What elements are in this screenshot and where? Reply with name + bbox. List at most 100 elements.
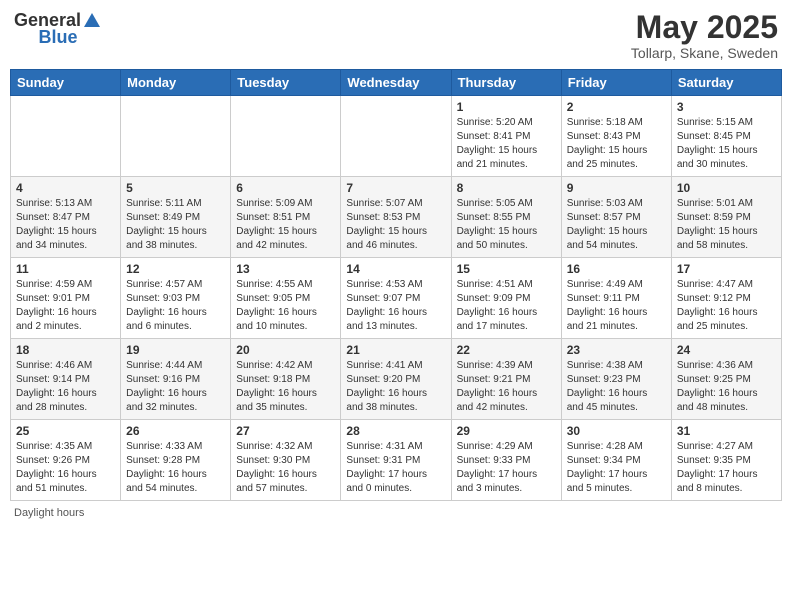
- logo-icon: [82, 11, 102, 31]
- day-info: Sunrise: 4:57 AM Sunset: 9:03 PM Dayligh…: [126, 278, 225, 334]
- day-number: 11: [16, 262, 115, 276]
- location-subtitle: Tollarp, Skane, Sweden: [631, 45, 778, 61]
- table-row: 9Sunrise: 5:03 AM Sunset: 8:57 PM Daylig…: [561, 177, 671, 258]
- day-number: 20: [236, 343, 335, 357]
- day-info: Sunrise: 5:18 AM Sunset: 8:43 PM Dayligh…: [567, 116, 666, 172]
- day-number: 21: [346, 343, 445, 357]
- day-number: 31: [677, 424, 776, 438]
- table-row: 1Sunrise: 5:20 AM Sunset: 8:41 PM Daylig…: [451, 96, 561, 177]
- table-row: 31Sunrise: 4:27 AM Sunset: 9:35 PM Dayli…: [671, 420, 781, 501]
- day-number: 7: [346, 181, 445, 195]
- day-info: Sunrise: 4:35 AM Sunset: 9:26 PM Dayligh…: [16, 440, 115, 496]
- table-row: 27Sunrise: 4:32 AM Sunset: 9:30 PM Dayli…: [231, 420, 341, 501]
- table-row: 14 Sunrise: 4:53 AM Sunset: 9:07 PM Dayli…: [341, 258, 451, 339]
- table-row: 26 Sunrise: 4:33 AM Sunset: 9:28 PM Dayli…: [121, 420, 231, 501]
- day-number: 18: [16, 343, 115, 357]
- day-number: 9: [567, 181, 666, 195]
- table-row: 20 Sunrise: 4:42 AM Sunset: 9:18 PM Dayli…: [231, 339, 341, 420]
- header-saturday: Saturday: [671, 70, 781, 96]
- day-info: Sunrise: 4:36 AM Sunset: 9:25 PM Dayligh…: [677, 359, 776, 415]
- table-row: 22 Sunrise: 4:39 AM Sunset: 9:21 PM Dayli…: [451, 339, 561, 420]
- header-friday: Friday: [561, 70, 671, 96]
- table-row: 17Sunrise: 4:47 AM Sunset: 9:12 PM Dayli…: [671, 258, 781, 339]
- calendar-week-2: 4Sunrise: 5:13 AM Sunset: 8:47 PM Daylig…: [11, 177, 782, 258]
- table-row: 10Sunrise: 5:01 AM Sunset: 8:59 PM Dayli…: [671, 177, 781, 258]
- calendar-table: Sunday Monday Tuesday Wednesday Thursday…: [10, 69, 782, 501]
- day-number: 13: [236, 262, 335, 276]
- table-row: [341, 96, 451, 177]
- logo-blue-text: Blue: [39, 27, 78, 48]
- day-info: Sunrise: 4:39 AM Sunset: 9:21 PM Dayligh…: [457, 359, 556, 415]
- calendar-week-1: 1Sunrise: 5:20 AM Sunset: 8:41 PM Daylig…: [11, 96, 782, 177]
- day-info: Sunrise: 5:05 AM Sunset: 8:55 PM Dayligh…: [457, 197, 556, 253]
- page-header: General Blue May 2025 Tollarp, Skane, Sw…: [10, 10, 782, 61]
- day-info: Sunrise: 4:31 AM Sunset: 9:31 PM Dayligh…: [346, 440, 445, 496]
- day-number: 26: [126, 424, 225, 438]
- day-number: 24: [677, 343, 776, 357]
- day-number: 25: [16, 424, 115, 438]
- day-number: 29: [457, 424, 556, 438]
- month-title: May 2025: [631, 10, 778, 45]
- table-row: 5Sunrise: 5:11 AM Sunset: 8:49 PM Daylig…: [121, 177, 231, 258]
- day-info: Sunrise: 4:42 AM Sunset: 9:18 PM Dayligh…: [236, 359, 335, 415]
- table-row: 15Sunrise: 4:51 AM Sunset: 9:09 PM Dayli…: [451, 258, 561, 339]
- table-row: [121, 96, 231, 177]
- day-number: 2: [567, 100, 666, 114]
- day-info: Sunrise: 5:15 AM Sunset: 8:45 PM Dayligh…: [677, 116, 776, 172]
- header-sunday: Sunday: [11, 70, 121, 96]
- table-row: 3 Sunrise: 5:15 AM Sunset: 8:45 PM Daylig…: [671, 96, 781, 177]
- header-wednesday: Wednesday: [341, 70, 451, 96]
- header-tuesday: Tuesday: [231, 70, 341, 96]
- table-row: 29Sunrise: 4:29 AM Sunset: 9:33 PM Dayli…: [451, 420, 561, 501]
- day-number: 14: [346, 262, 445, 276]
- table-row: 30 Sunrise: 4:28 AM Sunset: 9:34 PM Dayli…: [561, 420, 671, 501]
- day-info: Sunrise: 5:20 AM Sunset: 8:41 PM Dayligh…: [457, 116, 556, 172]
- footer-note: Daylight hours: [10, 507, 782, 519]
- day-number: 5: [126, 181, 225, 195]
- table-row: 7 Sunrise: 5:07 AM Sunset: 8:53 PM Daylig…: [341, 177, 451, 258]
- table-row: [11, 96, 121, 177]
- day-info: Sunrise: 5:07 AM Sunset: 8:53 PM Dayligh…: [346, 197, 445, 253]
- day-info: Sunrise: 4:38 AM Sunset: 9:23 PM Dayligh…: [567, 359, 666, 415]
- table-row: 12Sunrise: 4:57 AM Sunset: 9:03 PM Dayli…: [121, 258, 231, 339]
- day-info: Sunrise: 4:28 AM Sunset: 9:34 PM Dayligh…: [567, 440, 666, 496]
- day-number: 22: [457, 343, 556, 357]
- table-row: 21 Sunrise: 4:41 AM Sunset: 9:20 PM Dayli…: [341, 339, 451, 420]
- day-info: Sunrise: 4:41 AM Sunset: 9:20 PM Dayligh…: [346, 359, 445, 415]
- table-row: 8 Sunrise: 5:05 AM Sunset: 8:55 PM Daylig…: [451, 177, 561, 258]
- day-info: Sunrise: 5:13 AM Sunset: 8:47 PM Dayligh…: [16, 197, 115, 253]
- day-info: Sunrise: 4:44 AM Sunset: 9:16 PM Dayligh…: [126, 359, 225, 415]
- day-info: Sunrise: 4:47 AM Sunset: 9:12 PM Dayligh…: [677, 278, 776, 334]
- day-info: Sunrise: 5:01 AM Sunset: 8:59 PM Dayligh…: [677, 197, 776, 253]
- calendar-week-5: 25 Sunrise: 4:35 AM Sunset: 9:26 PM Dayli…: [11, 420, 782, 501]
- day-number: 8: [457, 181, 556, 195]
- day-info: Sunrise: 4:49 AM Sunset: 9:11 PM Dayligh…: [567, 278, 666, 334]
- table-row: 2 Sunrise: 5:18 AM Sunset: 8:43 PM Daylig…: [561, 96, 671, 177]
- calendar-week-4: 18 Sunrise: 4:46 AM Sunset: 9:14 PM Dayli…: [11, 339, 782, 420]
- day-info: Sunrise: 4:55 AM Sunset: 9:05 PM Dayligh…: [236, 278, 335, 334]
- table-row: 4Sunrise: 5:13 AM Sunset: 8:47 PM Daylig…: [11, 177, 121, 258]
- table-row: 23 Sunrise: 4:38 AM Sunset: 9:23 PM Dayli…: [561, 339, 671, 420]
- day-info: Sunrise: 4:59 AM Sunset: 9:01 PM Dayligh…: [16, 278, 115, 334]
- calendar-header-row: Sunday Monday Tuesday Wednesday Thursday…: [11, 70, 782, 96]
- day-number: 3: [677, 100, 776, 114]
- table-row: 19 Sunrise: 4:44 AM Sunset: 9:16 PM Dayli…: [121, 339, 231, 420]
- table-row: [231, 96, 341, 177]
- day-number: 6: [236, 181, 335, 195]
- day-info: Sunrise: 5:09 AM Sunset: 8:51 PM Dayligh…: [236, 197, 335, 253]
- day-number: 19: [126, 343, 225, 357]
- table-row: 13 Sunrise: 4:55 AM Sunset: 9:05 PM Dayli…: [231, 258, 341, 339]
- calendar-week-3: 11 Sunrise: 4:59 AM Sunset: 9:01 PM Dayli…: [11, 258, 782, 339]
- day-info: Sunrise: 4:46 AM Sunset: 9:14 PM Dayligh…: [16, 359, 115, 415]
- day-number: 30: [567, 424, 666, 438]
- day-number: 15: [457, 262, 556, 276]
- day-info: Sunrise: 4:53 AM Sunset: 9:07 PM Dayligh…: [346, 278, 445, 334]
- day-number: 27: [236, 424, 335, 438]
- day-number: 23: [567, 343, 666, 357]
- logo: General Blue: [14, 10, 102, 48]
- day-number: 28: [346, 424, 445, 438]
- table-row: 25 Sunrise: 4:35 AM Sunset: 9:26 PM Dayli…: [11, 420, 121, 501]
- day-info: Sunrise: 4:33 AM Sunset: 9:28 PM Dayligh…: [126, 440, 225, 496]
- table-row: 11 Sunrise: 4:59 AM Sunset: 9:01 PM Dayli…: [11, 258, 121, 339]
- header-thursday: Thursday: [451, 70, 561, 96]
